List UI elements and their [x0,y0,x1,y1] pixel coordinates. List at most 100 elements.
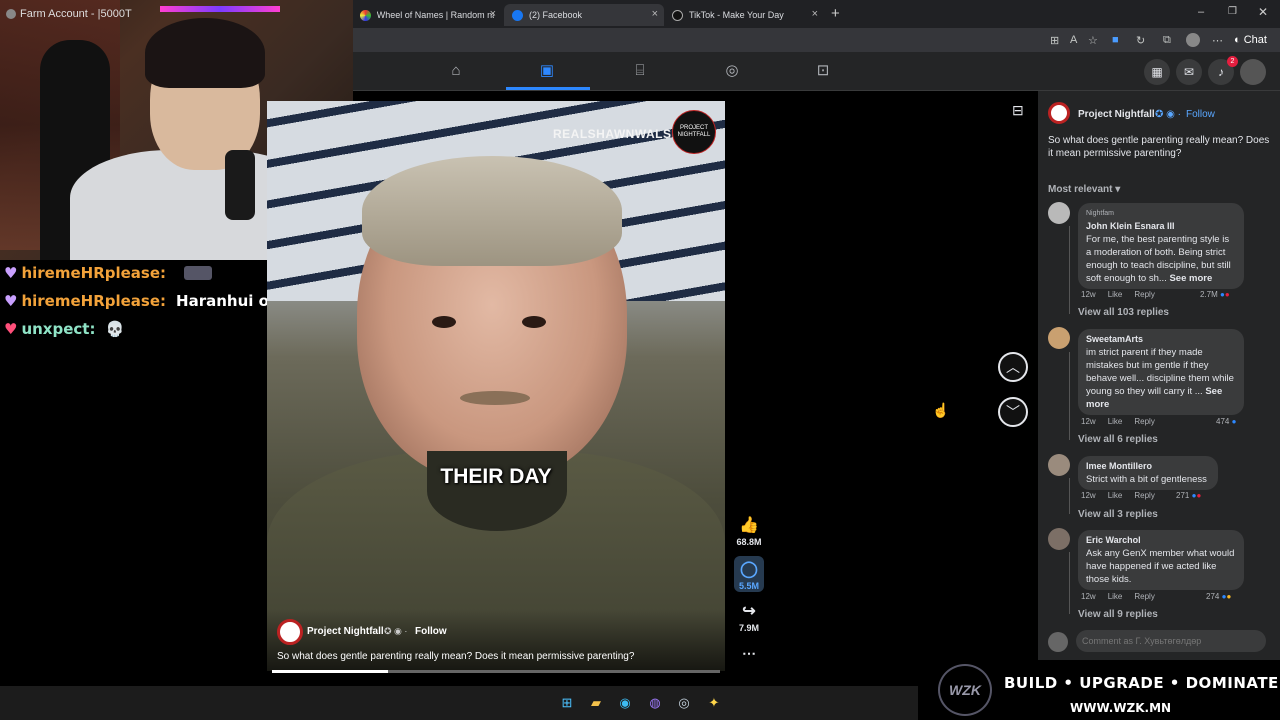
reaction-count: 2.7M ●● [1200,290,1230,299]
more-options-icon[interactable]: ⋯ [734,645,764,662]
video-description: So what does gentle parenting really mea… [277,651,635,662]
verified-icon: ✪ ◉ · [384,626,408,636]
chat-line: ♥ hiremeHRplease: Haranhui oroo [4,292,297,310]
steam-icon[interactable]: ◎ [675,694,693,712]
page-avatar[interactable] [277,619,303,645]
reply-link[interactable]: Reply [1134,417,1154,426]
comment-bubble: SweetamArts im strict parent if they mad… [1078,329,1244,415]
close-tab-icon[interactable]: × [812,8,818,20]
commenter-avatar[interactable] [1048,454,1070,476]
copilot-chat-button[interactable]: ◐ Chat [1234,34,1267,46]
home-icon[interactable]: ⌂ [446,62,466,80]
notification-badge: 2 [1227,56,1238,67]
maximize-icon[interactable]: ❐ [1228,6,1237,17]
comment-icon: ◯ [740,561,758,578]
comment-bubble: Nightfam John Klein Esnara III For me, t… [1078,203,1244,289]
account-avatar[interactable] [1240,59,1266,85]
menu-grid-icon[interactable]: ▦ [1144,59,1170,85]
comment-bubble: Eric Warchol Ask any GenX member what wo… [1078,530,1244,590]
verified-icon: ✪ ◉ · [1155,109,1181,120]
reply-link[interactable]: Reply [1134,491,1154,500]
chat-line: ♥ hiremeHRplease: [4,264,213,282]
video-footer [267,610,725,672]
comment-meta: 12w Like Reply [1081,592,1155,601]
like-link[interactable]: Like [1108,417,1123,426]
chat-line: ♥ unxpect: 💀 [4,320,125,338]
watermark-logo: PROJECT NIGHTFALL [672,110,716,154]
comment-sort-dropdown[interactable]: Most relevant ▾ [1048,183,1120,196]
panel-post-text: So what does gentle parenting really mea… [1048,135,1270,159]
read-aloud-icon[interactable]: A [1070,34,1077,46]
like-link[interactable]: Like [1108,592,1123,601]
reel-video[interactable] [267,101,725,671]
sponsor-url: WWW.WZK.MN [1070,701,1172,715]
gaming-icon[interactable]: ⊡ [813,62,833,80]
comment-meta: 12w Like Reply [1081,290,1155,299]
share-button[interactable]: ↪ 7.9M [734,601,764,633]
view-replies-link[interactable]: View all 9 replies [1078,609,1158,620]
file-explorer-icon[interactable]: ▰ [587,694,605,712]
apps-icon[interactable]: ⊞ [1050,34,1059,47]
tiktok-icon [672,9,683,21]
minimize-icon[interactable]: – [1198,6,1204,18]
messenger-icon[interactable]: ✉ [1176,59,1202,85]
comment-bubble: Imee Montillero Strict with a bit of gen… [1078,456,1218,490]
panel-follow-button[interactable]: Follow [1186,108,1215,121]
facebook-icon [512,9,523,21]
refresh-icon[interactable]: ↻ [1136,34,1145,47]
marketplace-icon[interactable]: ⌸ [630,62,650,80]
chevron-down-icon: ▾ [1115,184,1121,195]
windows-taskbar [0,686,918,720]
sponsor-tagline: BUILD • UPGRADE • DOMINATE [1004,674,1279,692]
video-icon[interactable]: ▣ [537,62,557,80]
collections-icon[interactable]: ⧉ [1163,34,1171,47]
tab-tiktok[interactable]: TikTok - Make Your Day × [664,4,824,26]
favorite-icon[interactable]: ☆ [1088,34,1098,47]
close-tab-icon[interactable]: × [490,8,496,20]
new-tab-icon[interactable]: + [831,5,840,22]
close-window-icon[interactable]: ✕ [1258,5,1268,19]
badge-icon: ♥ [4,264,18,282]
reply-link[interactable]: Reply [1134,592,1154,601]
cursor-icon: ☝ [932,402,950,418]
comment-input[interactable] [1076,630,1266,652]
discord-icon[interactable]: ◍ [646,694,664,712]
commenter-avatar[interactable] [1048,528,1070,550]
video-follow-button[interactable]: Follow [415,626,447,637]
my-avatar [1048,632,1068,652]
reply-link[interactable]: Reply [1134,290,1154,299]
see-more-link[interactable]: See more [1169,273,1212,284]
edge-icon[interactable]: ◉ [616,694,634,712]
tab-facebook[interactable]: (2) Facebook × [504,4,664,26]
view-replies-link[interactable]: View all 6 replies [1078,434,1158,445]
start-icon[interactable]: ⊞ [558,694,576,712]
close-tab-icon[interactable]: × [652,8,658,20]
next-reel-button[interactable]: ﹀ [998,397,1028,427]
previous-reel-button[interactable]: ︿ [998,352,1028,382]
tab-wheel-of-names[interactable]: Wheel of Names | Random name × [352,4,502,26]
video-page-name[interactable]: Project Nightfall [307,626,384,637]
view-replies-link[interactable]: View all 103 replies [1078,307,1169,318]
extension-icon[interactable]: ■ [1112,34,1119,46]
like-link[interactable]: Like [1108,491,1123,500]
heart-badge-icon: ♥ [4,320,18,338]
commenter-avatar[interactable] [1048,202,1070,224]
like-button[interactable]: 👍 68.8M [734,515,764,547]
share-icon: ↪ [742,603,756,620]
app-icon[interactable]: ✦ [705,694,723,712]
wheel-icon [360,9,371,21]
comment-button[interactable]: ◯ 5.5M [734,556,764,592]
active-tab-indicator [506,87,590,90]
groups-icon[interactable]: ◎ [722,62,742,80]
collapse-panel-icon[interactable]: ⊟ [1012,102,1024,119]
commenter-avatar[interactable] [1048,327,1070,349]
video-progress-bar[interactable] [272,670,720,673]
more-icon[interactable]: ⋯ [1212,34,1223,47]
like-link[interactable]: Like [1108,290,1123,299]
emote-icon [184,266,213,280]
thumbs-up-icon: 👍 [739,517,759,534]
view-replies-link[interactable]: View all 3 replies [1078,509,1158,520]
profile-icon[interactable] [1186,33,1200,47]
panel-page-name[interactable]: Project Nightfall [1078,108,1155,121]
panel-page-avatar[interactable] [1048,102,1070,124]
